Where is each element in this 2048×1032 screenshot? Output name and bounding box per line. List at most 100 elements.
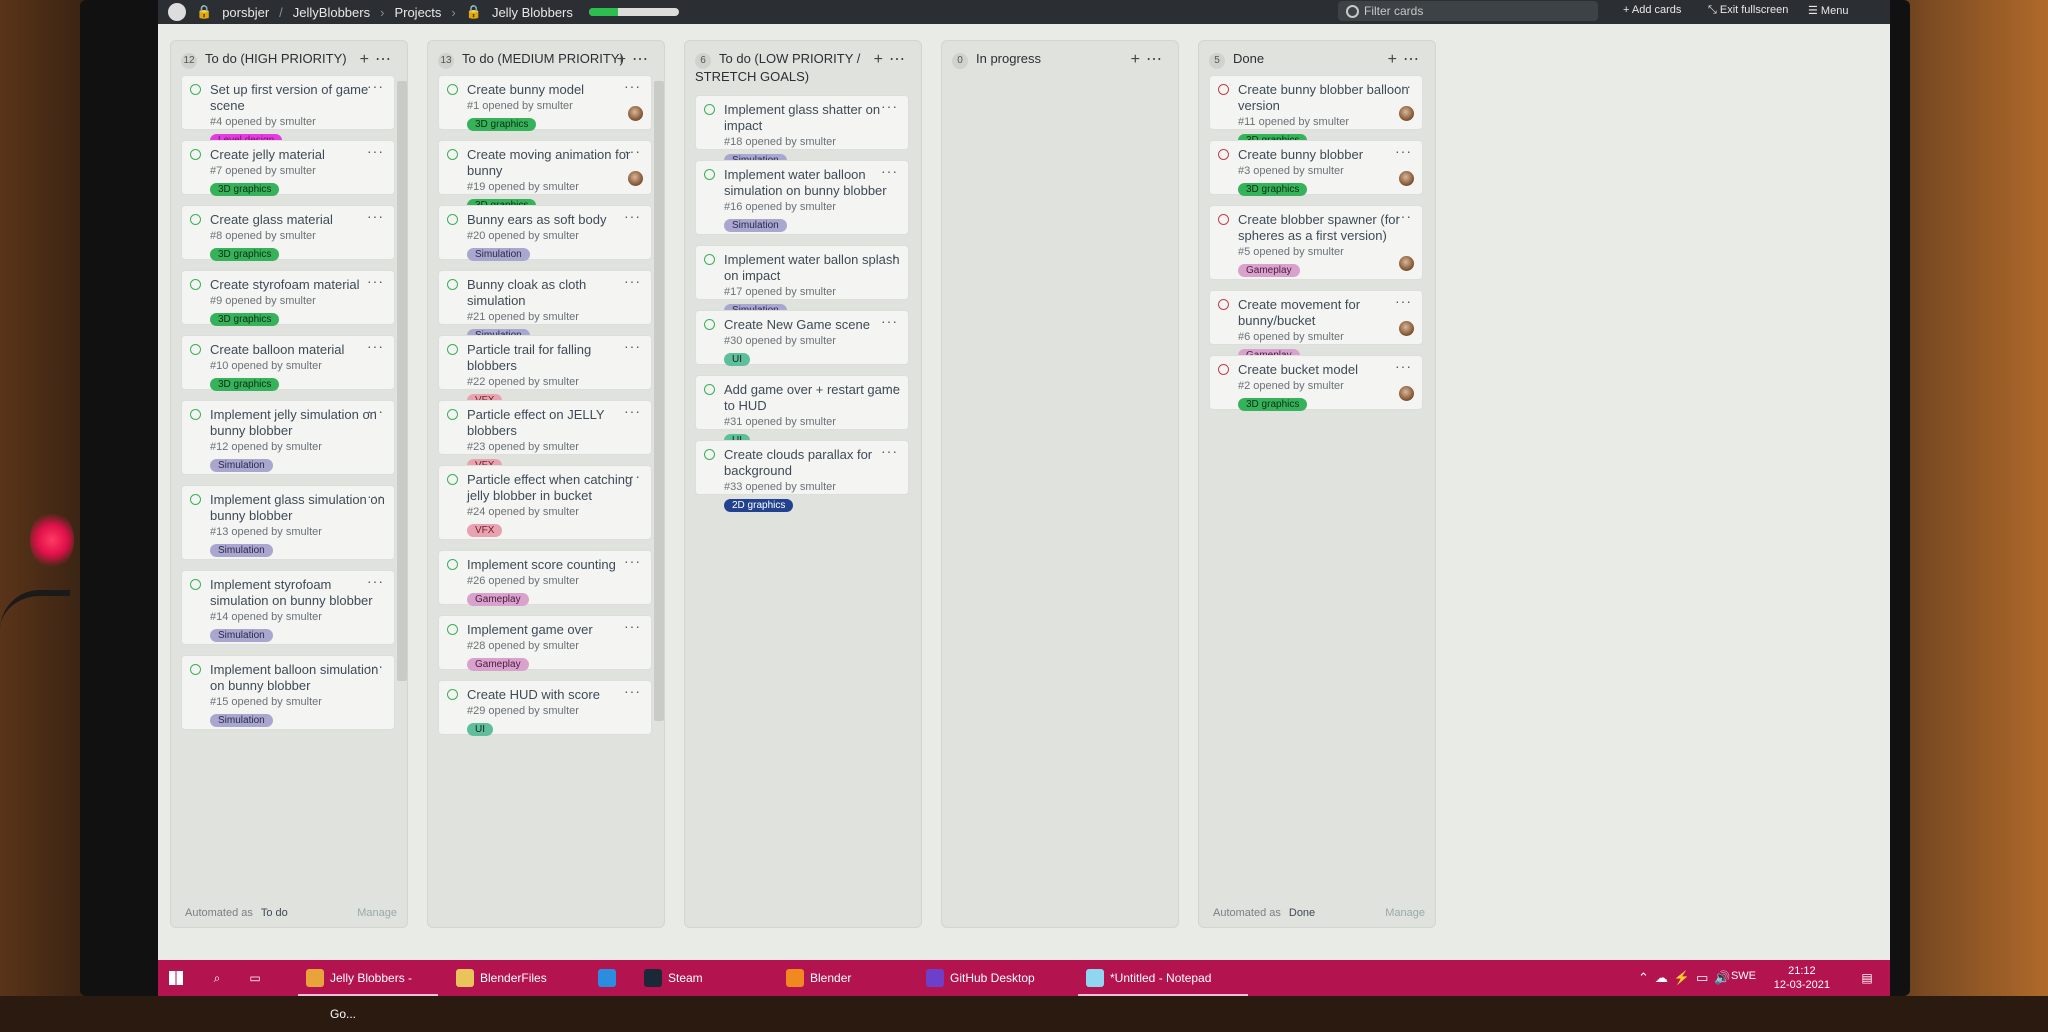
issue-label[interactable]: UI — [724, 353, 750, 366]
card-menu-icon[interactable]: ··· — [367, 338, 384, 354]
add-cards-button[interactable]: + Add cards — [1623, 4, 1681, 16]
issue-title[interactable]: Create moving animation for bunny — [467, 147, 643, 179]
breadcrumb-owner[interactable]: porsbjer — [222, 5, 269, 20]
add-card-icon[interactable]: + — [617, 51, 632, 68]
issue-label[interactable]: 3D graphics — [210, 313, 280, 326]
card-menu-icon[interactable]: ··· — [624, 403, 641, 419]
issue-title[interactable]: Bunny cloak as cloth simulation — [467, 277, 643, 309]
issue-title[interactable]: Create bunny model — [467, 82, 643, 98]
issue-card[interactable]: ··· Particle trail for falling blobbers … — [438, 335, 652, 407]
issue-title[interactable]: Create balloon material — [210, 342, 386, 358]
card-menu-icon[interactable]: ··· — [624, 618, 641, 634]
column-scrollbar[interactable] — [654, 81, 664, 721]
issue-title[interactable]: Implement jelly simulation on bunny blob… — [210, 407, 386, 439]
issue-label[interactable]: Gameplay — [467, 658, 529, 671]
issue-card[interactable]: ··· Implement game over #28 opened by sm… — [438, 615, 652, 671]
card-menu-icon[interactable]: ··· — [624, 273, 641, 289]
issue-label[interactable]: Gameplay — [1238, 264, 1300, 277]
card-menu-icon[interactable]: ··· — [367, 78, 384, 94]
issue-card[interactable]: ··· Bunny cloak as cloth simulation #21 … — [438, 270, 652, 342]
card-menu-icon[interactable]: ··· — [624, 338, 641, 354]
issue-label[interactable]: Simulation — [210, 459, 273, 472]
issue-card[interactable]: ··· Create moving animation for bunny #1… — [438, 140, 652, 212]
card-menu-icon[interactable]: ··· — [881, 443, 898, 459]
issue-title[interactable]: Bunny ears as soft body — [467, 212, 643, 228]
issue-title[interactable]: Create glass material — [210, 212, 386, 228]
exit-fullscreen-button[interactable]: ⤡ Exit fullscreen — [1708, 4, 1788, 17]
card-menu-icon[interactable]: ··· — [1395, 208, 1412, 224]
card-menu-icon[interactable]: ··· — [367, 488, 384, 504]
issue-title[interactable]: Create blobber spawner (for spheres as a… — [1238, 212, 1414, 244]
assignee-avatar[interactable] — [1399, 171, 1414, 186]
issue-title[interactable]: Implement styrofoam simulation on bunny … — [210, 577, 386, 609]
issue-card[interactable]: ··· Create HUD with score #29 opened by … — [438, 680, 652, 736]
issue-card[interactable]: ··· Create bucket model #2 opened by smu… — [1209, 355, 1423, 411]
assignee-avatar[interactable] — [628, 171, 643, 186]
issue-title[interactable]: Add game over + restart game to HUD — [724, 382, 900, 414]
issue-label[interactable]: 3D graphics — [1238, 398, 1308, 411]
card-menu-icon[interactable]: ··· — [624, 468, 641, 484]
windows-start-button[interactable] — [158, 960, 194, 996]
issue-card[interactable]: ··· Bunny ears as soft body #20 opened b… — [438, 205, 652, 261]
issue-title[interactable]: Particle effect when catching jelly blob… — [467, 472, 643, 504]
issue-card[interactable]: ··· Implement balloon simulation on bunn… — [181, 655, 395, 730]
issue-card[interactable]: ··· Create movement for bunny/bucket #6 … — [1209, 290, 1423, 362]
taskbar-app[interactable]: Jelly Blobbers - Go... — [298, 960, 438, 1021]
issue-title[interactable]: Create New Game scene — [724, 317, 900, 333]
card-menu-icon[interactable]: ··· — [881, 378, 898, 394]
issue-title[interactable]: Create bunny blobber balloon version — [1238, 82, 1414, 114]
card-menu-icon[interactable]: ··· — [1395, 358, 1412, 374]
issue-title[interactable]: Implement balloon simulation on bunny bl… — [210, 662, 386, 694]
taskbar-app[interactable]: Steam — [636, 960, 766, 996]
issue-title[interactable]: Particle effect on JELLY blobbers — [467, 407, 643, 439]
card-menu-icon[interactable]: ··· — [624, 683, 641, 699]
card-menu-icon[interactable]: ··· — [1395, 143, 1412, 159]
issue-card[interactable]: ··· Implement styrofoam simulation on bu… — [181, 570, 395, 645]
menu-button[interactable]: ☰ Menu — [1808, 4, 1848, 17]
issue-title[interactable]: Create HUD with score — [467, 687, 643, 703]
card-menu-icon[interactable]: ··· — [367, 208, 384, 224]
issue-card[interactable]: ··· Create bunny blobber balloon version… — [1209, 75, 1423, 147]
taskbar-app[interactable]: Blender — [778, 960, 908, 996]
issue-label[interactable]: 3D graphics — [210, 183, 280, 196]
issue-card[interactable]: ··· Create blobber spawner (for spheres … — [1209, 205, 1423, 280]
issue-label[interactable]: 3D graphics — [210, 378, 280, 391]
issue-card[interactable]: ··· Create bunny model #1 opened by smul… — [438, 75, 652, 131]
issue-title[interactable]: Implement game over — [467, 622, 643, 638]
issue-title[interactable]: Implement glass simulation on bunny blob… — [210, 492, 386, 524]
card-menu-icon[interactable]: ··· — [367, 573, 384, 589]
issue-card[interactable]: ··· Create clouds parallax for backgroun… — [695, 440, 909, 512]
issue-card[interactable]: ··· Implement score counting #26 opened … — [438, 550, 652, 606]
taskbar-app[interactable]: GitHub Desktop — [918, 960, 1068, 996]
column-menu-icon[interactable]: ⋯ — [632, 51, 654, 68]
issue-title[interactable]: Create bunny blobber — [1238, 147, 1414, 163]
issue-label[interactable]: Simulation — [724, 219, 787, 232]
issue-title[interactable]: Set up first version of game scene — [210, 82, 386, 114]
issue-card[interactable]: ··· Particle effect on JELLY blobbers #2… — [438, 400, 652, 472]
issue-title[interactable]: Implement water ballon splash on impact — [724, 252, 900, 284]
assignee-avatar[interactable] — [1399, 386, 1414, 401]
assignee-avatar[interactable] — [1399, 256, 1414, 271]
issue-card[interactable]: ··· Implement jelly simulation on bunny … — [181, 400, 395, 475]
breadcrumb-repo[interactable]: JellyBlobbers — [293, 5, 370, 20]
issue-title[interactable]: Implement water balloon simulation on bu… — [724, 167, 900, 199]
add-card-icon[interactable]: + — [360, 51, 375, 68]
issue-label[interactable]: 3D graphics — [467, 118, 537, 131]
issue-card[interactable]: ··· Create bunny blobber #3 opened by sm… — [1209, 140, 1423, 196]
issue-card[interactable]: ··· Create jelly material #7 opened by s… — [181, 140, 395, 196]
issue-card[interactable]: ··· Create balloon material #10 opened b… — [181, 335, 395, 391]
issue-card[interactable]: ··· Implement glass simulation on bunny … — [181, 485, 395, 560]
card-menu-icon[interactable]: ··· — [881, 313, 898, 329]
taskbar-app[interactable]: *Untitled - Notepad — [1078, 960, 1248, 996]
issue-label[interactable]: VFX — [467, 524, 503, 537]
add-card-icon[interactable]: + — [874, 51, 889, 68]
clock[interactable]: 21:12 12-03-2021 — [1774, 964, 1830, 992]
language-indicator[interactable]: SWE — [1731, 970, 1756, 982]
card-menu-icon[interactable]: ··· — [881, 98, 898, 114]
assignee-avatar[interactable] — [628, 106, 643, 121]
card-menu-icon[interactable]: ··· — [624, 553, 641, 569]
issue-label[interactable]: Simulation — [467, 248, 530, 261]
card-menu-icon[interactable]: ··· — [881, 248, 898, 264]
issue-title[interactable]: Implement glass shatter on impact — [724, 102, 900, 134]
column-menu-icon[interactable]: ⋯ — [889, 51, 911, 68]
